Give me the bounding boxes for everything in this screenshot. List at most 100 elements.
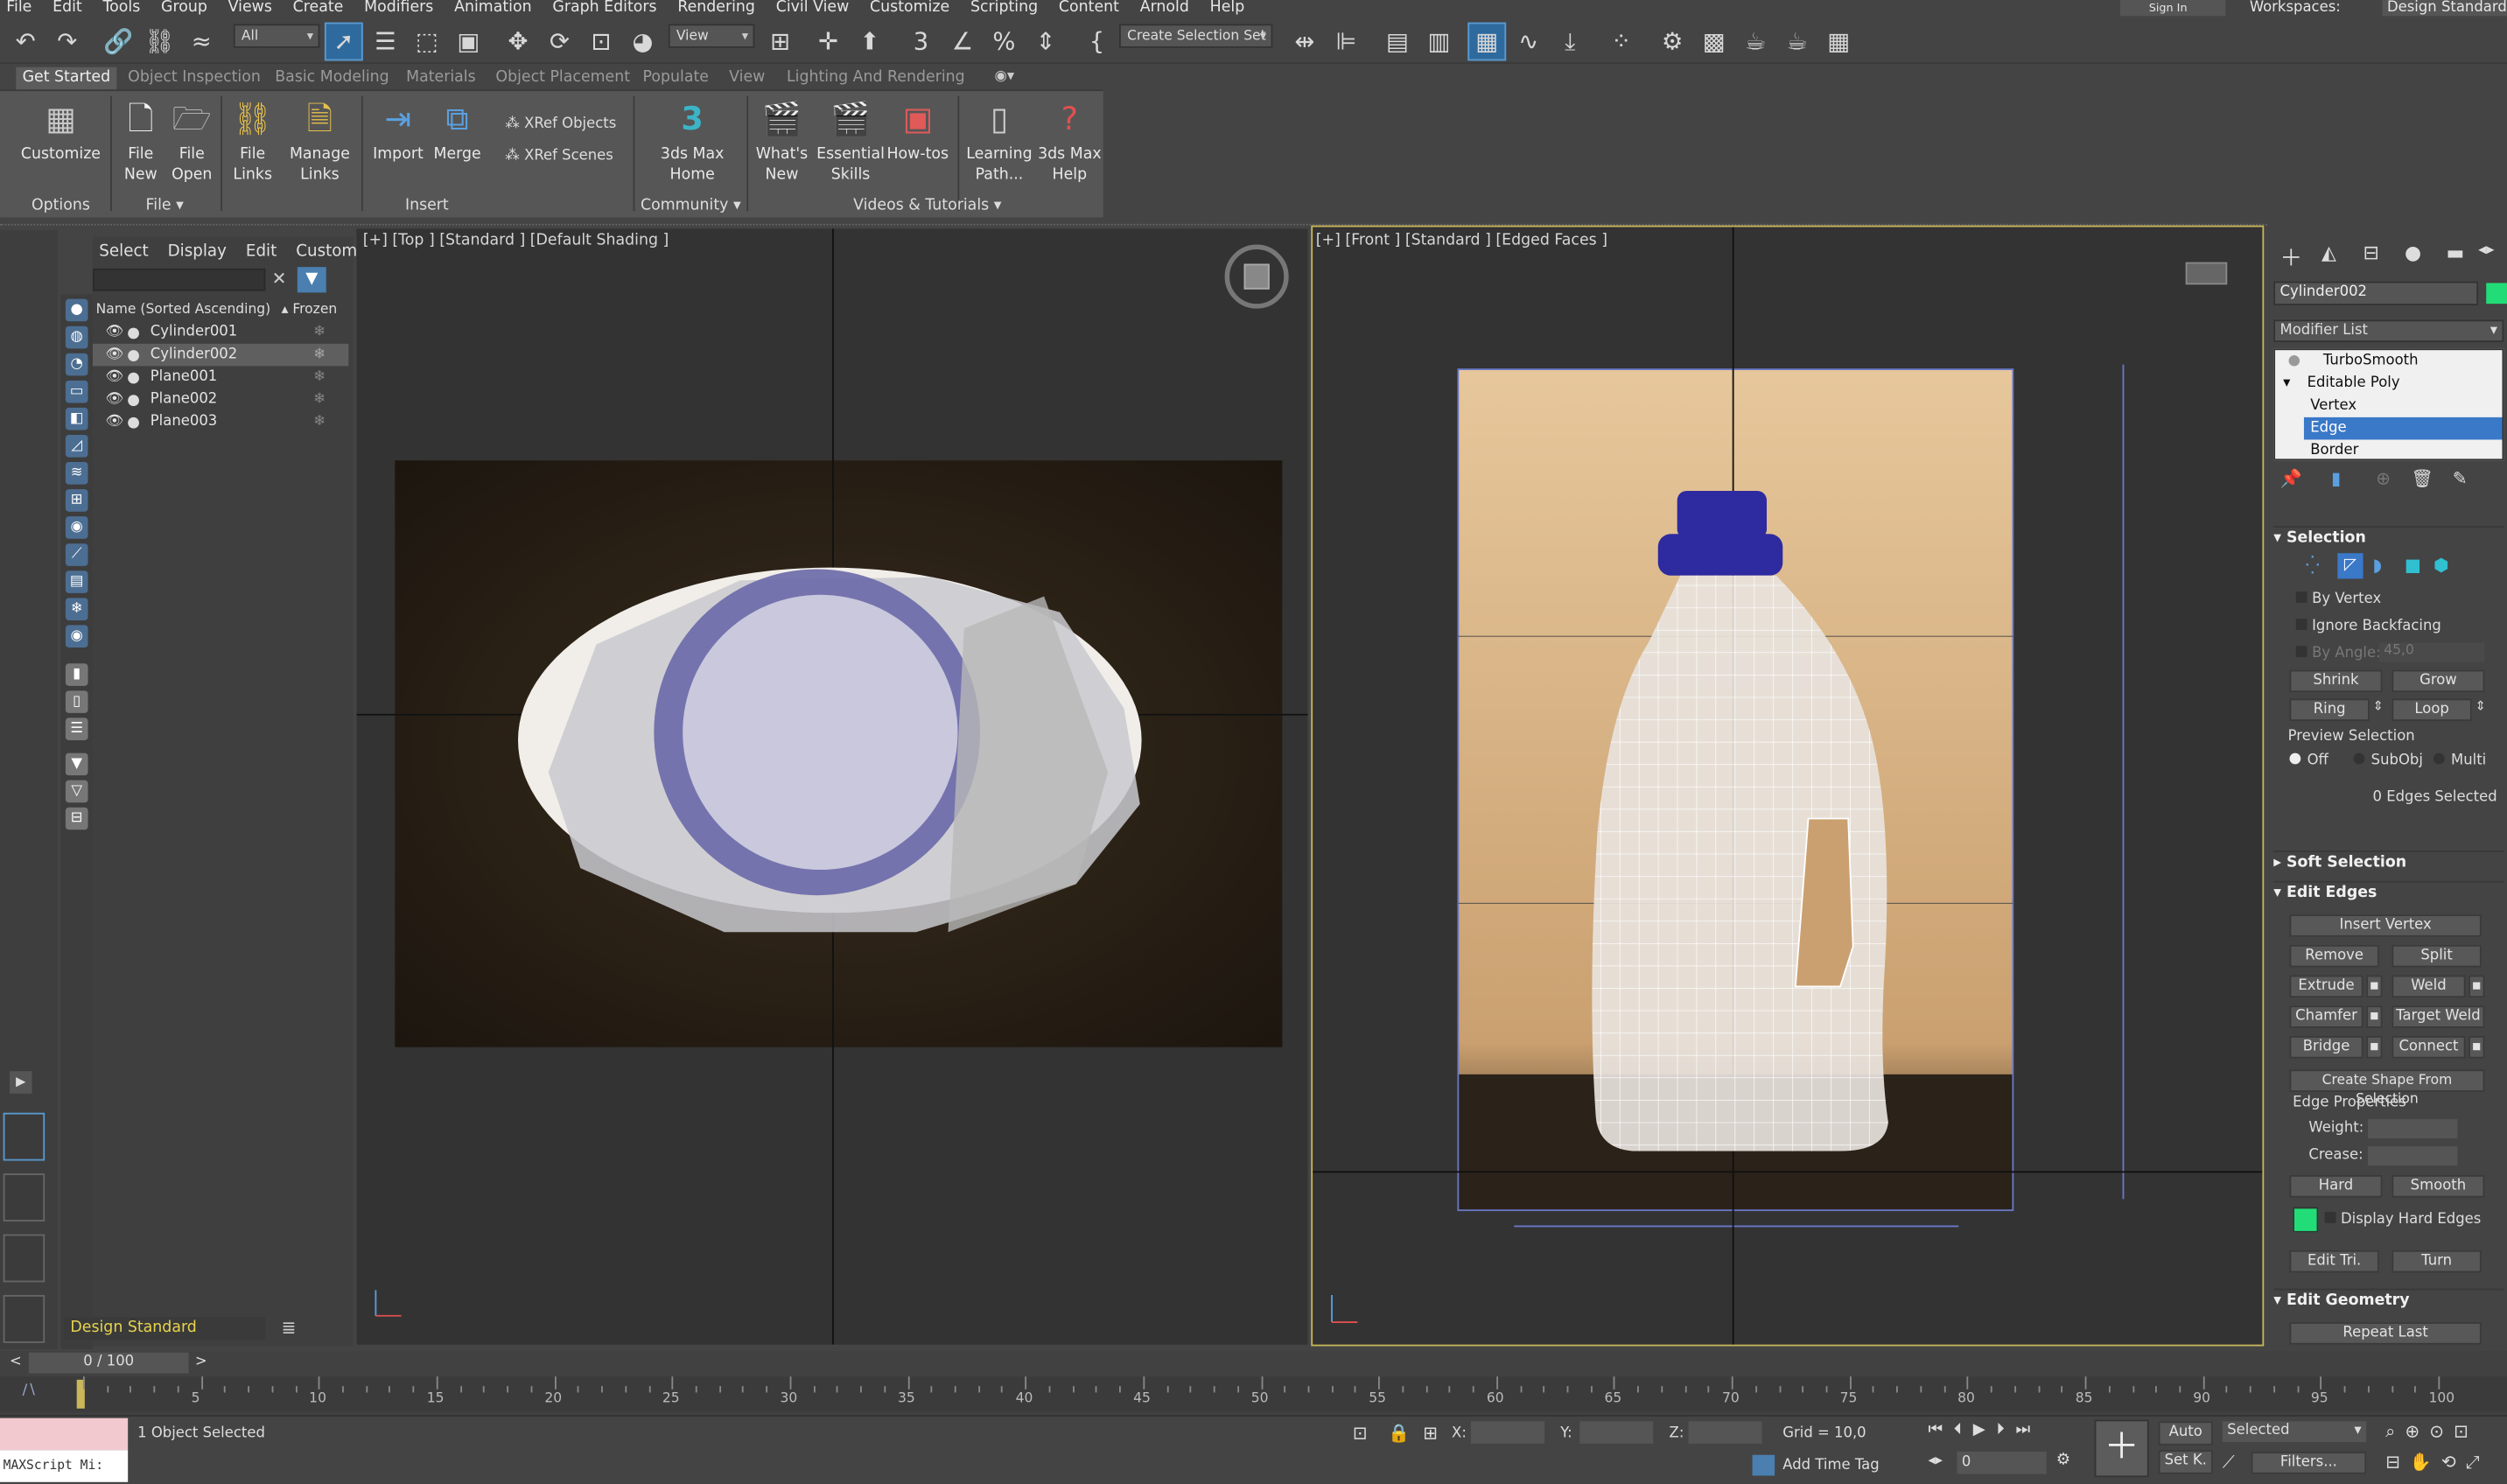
menu-civil-view[interactable]: Civil View xyxy=(776,0,850,16)
key-filters-icon[interactable]: ⟋ xyxy=(2223,1452,2235,1474)
preview-subobj-radio[interactable]: SubObj xyxy=(2353,752,2423,769)
move-icon[interactable]: ✥ xyxy=(499,23,537,61)
grow-button[interactable]: Grow xyxy=(2391,669,2485,693)
freeze-icon[interactable]: ❄ xyxy=(313,344,326,367)
display-invert-icon[interactable]: ▯ xyxy=(65,690,88,713)
tab-object-placement[interactable]: Object Placement xyxy=(489,67,636,90)
lock-selection-icon[interactable]: 🔒 xyxy=(1388,1423,1410,1444)
display-none-icon[interactable]: ● xyxy=(65,298,88,322)
curve-editor-icon[interactable]: ∿ xyxy=(1509,23,1548,61)
preview-multi-radio[interactable]: Multi xyxy=(2433,752,2486,769)
extrude-button[interactable]: Extrude xyxy=(2289,975,2363,998)
menu-content[interactable]: Content xyxy=(1059,0,1119,16)
freeze-icon[interactable]: ❄ xyxy=(313,388,326,411)
display-cameras-icon[interactable]: ◧ xyxy=(65,407,88,430)
time-prev-icon[interactable]: < xyxy=(10,1354,22,1370)
schematic-view-icon[interactable]: ⤓ xyxy=(1551,23,1589,61)
menu-graph-editors[interactable]: Graph Editors xyxy=(552,0,656,16)
list-item[interactable]: 👁 Cylinder002 ❄ xyxy=(92,343,349,367)
chamfer-button[interactable]: Chamfer xyxy=(2289,1005,2363,1028)
connect-settings-icon[interactable]: ▪ xyxy=(2468,1035,2485,1059)
group-file-label[interactable]: File ▾ xyxy=(116,197,214,220)
select-by-name-icon[interactable]: ☰ xyxy=(366,23,404,61)
stack-turbosmooth[interactable]: ● TurboSmooth xyxy=(2275,350,2502,373)
collapse-arrow-icon[interactable]: ▾ xyxy=(2283,373,2290,396)
set-key-button[interactable]: Set K. xyxy=(2158,1450,2213,1474)
filter-funnel-icon[interactable]: ▼ xyxy=(297,267,326,293)
percent-snap-icon[interactable]: % xyxy=(985,23,1024,61)
display-list-icon[interactable]: ☰ xyxy=(65,718,88,740)
mirror-icon[interactable]: ⇹ xyxy=(1285,23,1324,61)
create-tab-icon[interactable]: ＋ xyxy=(2280,242,2303,274)
selection-rollout[interactable]: ▾ Selection xyxy=(2273,526,2504,549)
list-item[interactable]: 👁 Plane002 ❄ xyxy=(93,388,348,411)
toggle-ribbon-icon[interactable]: ▥ xyxy=(1420,23,1459,61)
edit-edges-rollout[interactable]: ▾ Edit Edges xyxy=(2273,880,2504,904)
modify-tab-icon[interactable]: ◭ xyxy=(2321,242,2336,264)
max-home-button[interactable]: 3 3ds Max Home xyxy=(646,96,739,186)
render-dot-icon[interactable] xyxy=(128,350,139,361)
current-frame-field[interactable]: 0 xyxy=(1957,1452,2047,1474)
angle-snap-icon[interactable]: ∠ xyxy=(943,23,982,61)
freeze-icon[interactable]: ❄ xyxy=(313,366,326,388)
list-item[interactable]: 👁 Plane001 ❄ xyxy=(93,366,348,388)
pin-stack-icon[interactable]: 📌 xyxy=(2280,468,2302,489)
display-all-icon[interactable]: ▮ xyxy=(65,663,88,686)
rotate-icon[interactable]: ⟳ xyxy=(541,23,579,61)
render-iterative-icon[interactable]: ☕ xyxy=(1778,23,1817,61)
undo-icon[interactable]: ↶ xyxy=(6,23,45,61)
file-new-button[interactable]: 🗋 File New xyxy=(116,96,166,186)
menu-tools[interactable]: Tools xyxy=(103,0,141,16)
filters-button[interactable]: Filters... xyxy=(2251,1452,2367,1474)
tab-materials[interactable]: Materials xyxy=(400,67,482,90)
menu-scripting[interactable]: Scripting xyxy=(970,0,1038,16)
visibility-eye-icon[interactable]: 👁 xyxy=(106,388,124,411)
top-viewport[interactable]: [+] [Top ] [Standard ] [Default Shading … xyxy=(356,228,1308,1345)
list-item[interactable]: 👁 Plane003 ❄ xyxy=(93,411,348,434)
x-coord-field[interactable] xyxy=(1470,1421,1545,1444)
polygon-mode-icon[interactable]: ■ xyxy=(2405,555,2421,576)
expand-arrow-icon[interactable]: ▶ xyxy=(9,1071,32,1094)
align-icon[interactable]: ⊫ xyxy=(1327,23,1366,61)
visibility-eye-icon[interactable]: 👁 xyxy=(106,344,124,367)
auto-key-button[interactable]: Auto xyxy=(2158,1421,2213,1446)
menu-group[interactable]: Group xyxy=(161,0,207,16)
layer-workspace-dropdown[interactable]: Design Standard xyxy=(64,1317,266,1340)
insert-vertex-button[interactable]: Insert Vertex xyxy=(2289,914,2482,937)
track-bar[interactable]: ∕∖ 5 10 15 20 25 30 35 40 45 50 55 60 65 70 75 80 85 90 95… xyxy=(0,1376,2507,1412)
stack-editable-poly[interactable]: ▾ Editable Poly xyxy=(2275,373,2502,396)
import-button[interactable]: ⇥ Import xyxy=(368,96,428,165)
extrude-settings-icon[interactable]: ▪ xyxy=(2366,975,2383,998)
playback-controls[interactable]: ⏮⏴▶⏵⏭ xyxy=(1929,1421,2041,1438)
render-dot-icon[interactable] xyxy=(128,416,139,429)
menu-animation[interactable]: Animation xyxy=(454,0,532,16)
freeze-icon[interactable]: ❄ xyxy=(313,321,326,344)
edit-tri-button[interactable]: Edit Tri. xyxy=(2289,1250,2379,1273)
maxscript-listener-output[interactable] xyxy=(0,1418,129,1451)
menu-file[interactable]: File xyxy=(6,0,32,16)
z-coord-field[interactable] xyxy=(1688,1421,1762,1444)
essential-skills-button[interactable]: 🎬 Essential Skills xyxy=(816,96,886,186)
panel-scroll-left-icon[interactable]: ◂▸ xyxy=(2478,242,2494,259)
layer-explorer-icon[interactable]: ▤ xyxy=(1378,23,1417,61)
tab-get-started[interactable]: Get Started xyxy=(16,66,117,90)
display-hidden-icon[interactable]: ◉ xyxy=(65,625,88,648)
select-object-icon[interactable]: ➚ xyxy=(324,22,363,61)
edge-mode-icon[interactable]: ◸ xyxy=(2337,553,2363,579)
render-setup-icon[interactable]: ⚙ xyxy=(1653,23,1691,61)
viewcube-icon[interactable] xyxy=(2185,262,2228,285)
learning-path-button[interactable]: ▯ Learning Path... xyxy=(963,96,1036,186)
display-lights-icon[interactable]: ▭ xyxy=(65,380,88,403)
viewcube-compass-icon[interactable] xyxy=(1224,244,1289,309)
tab-lighting-rendering[interactable]: Lighting And Rendering xyxy=(781,67,971,90)
modifier-list-dropdown[interactable]: Modifier List ▾ xyxy=(2273,319,2504,343)
display-bones-icon[interactable]: ⟋ xyxy=(65,543,88,566)
manage-links-button[interactable]: 🗎 Manage Links xyxy=(284,96,354,186)
target-weld-button[interactable]: Target Weld xyxy=(2391,1005,2485,1028)
menu-help[interactable]: Help xyxy=(1210,0,1245,16)
clear-search-icon[interactable]: ✕ xyxy=(272,269,287,290)
select-manipulate-icon[interactable]: ✛ xyxy=(809,23,848,61)
display-tab-icon[interactable]: ▬ xyxy=(2447,242,2465,264)
tab-object-inspection[interactable]: Object Inspection xyxy=(122,67,267,90)
time-tag-icon[interactable] xyxy=(1752,1454,1775,1476)
